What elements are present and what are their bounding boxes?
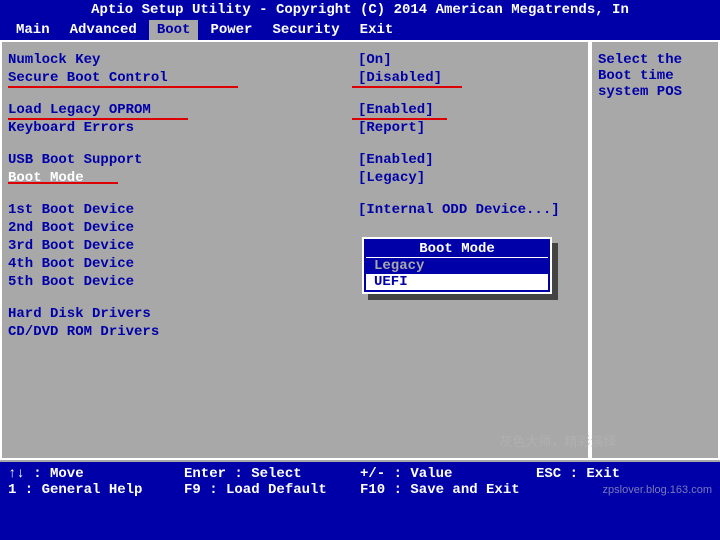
annotation-line [8, 182, 118, 184]
menu-security[interactable]: Security [264, 20, 347, 40]
popup-title: Boot Mode [366, 241, 548, 258]
label: 2nd Boot Device [8, 220, 358, 236]
section-cddvd-drivers[interactable]: CD/DVD ROM Drivers [8, 324, 582, 340]
popup-option-legacy[interactable]: Legacy [366, 258, 548, 274]
menu-boot[interactable]: Boot [149, 20, 199, 40]
bios-title: Aptio Setup Utility - Copyright (C) 2014… [0, 0, 720, 20]
value: [Report] [358, 120, 425, 136]
annotation-line [8, 118, 188, 120]
popup-option-uefi[interactable]: UEFI [366, 274, 548, 290]
label: 3rd Boot Device [8, 238, 358, 254]
annotation-line [352, 86, 462, 88]
setting-usb-boot[interactable]: USB Boot Support [Enabled] [8, 152, 582, 168]
setting-2nd-boot[interactable]: 2nd Boot Device [8, 220, 582, 236]
hint-select: Enter : Select [184, 466, 360, 482]
value: [On] [358, 52, 392, 68]
section-hdd-drivers[interactable]: Hard Disk Drivers [8, 306, 582, 322]
boot-mode-popup: Boot Mode Legacy UEFI [362, 237, 552, 294]
setting-load-legacy-oprom[interactable]: Load Legacy OPROM [Enabled] [8, 102, 582, 118]
value: [Internal ODD Device...] [358, 202, 560, 218]
content-panel: Numlock Key [On] Secure Boot Control [Di… [0, 40, 590, 460]
label: USB Boot Support [8, 152, 358, 168]
label: Secure Boot Control [8, 70, 358, 86]
hint-default: F9 : Load Default [184, 482, 360, 498]
value: [Enabled] [358, 102, 434, 118]
help-panel: Select the Boot time system POS [590, 40, 720, 460]
label: 5th Boot Device [8, 274, 358, 290]
menu-exit[interactable]: Exit [352, 20, 402, 40]
label: 4th Boot Device [8, 256, 358, 272]
setting-keyboard-errors[interactable]: Keyboard Errors [Report] [8, 120, 582, 136]
watermark-url: zpslover.blog.163.com [603, 484, 712, 496]
label: Numlock Key [8, 52, 358, 68]
setting-numlock[interactable]: Numlock Key [On] [8, 52, 582, 68]
menu-main[interactable]: Main [8, 20, 58, 40]
menu-bar: Main Advanced Boot Power Security Exit [0, 20, 720, 40]
annotation-line [8, 86, 238, 88]
annotation-line [352, 118, 447, 120]
main-area: Numlock Key [On] Secure Boot Control [Di… [0, 40, 720, 460]
label: Keyboard Errors [8, 120, 358, 136]
hint-value: +/- : Value [360, 466, 536, 482]
hint-help: 1 : General Help [8, 482, 184, 498]
hint-exit: ESC : Exit [536, 466, 712, 482]
setting-secure-boot[interactable]: Secure Boot Control [Disabled] [8, 70, 582, 86]
hint-save: F10 : Save and Exit [360, 482, 536, 498]
menu-power[interactable]: Power [202, 20, 260, 40]
help-text: Select the Boot time system POS [598, 52, 712, 100]
value: [Enabled] [358, 152, 434, 168]
label: 1st Boot Device [8, 202, 358, 218]
hint-move: ↑↓ : Move [8, 466, 184, 482]
menu-advanced[interactable]: Advanced [62, 20, 145, 40]
value: [Legacy] [358, 170, 425, 186]
setting-1st-boot[interactable]: 1st Boot Device [Internal ODD Device...] [8, 202, 582, 218]
watermark-text: 灰色大师，精彩演绎. [499, 431, 620, 450]
value: [Disabled] [358, 70, 442, 86]
label: Load Legacy OPROM [8, 102, 358, 118]
